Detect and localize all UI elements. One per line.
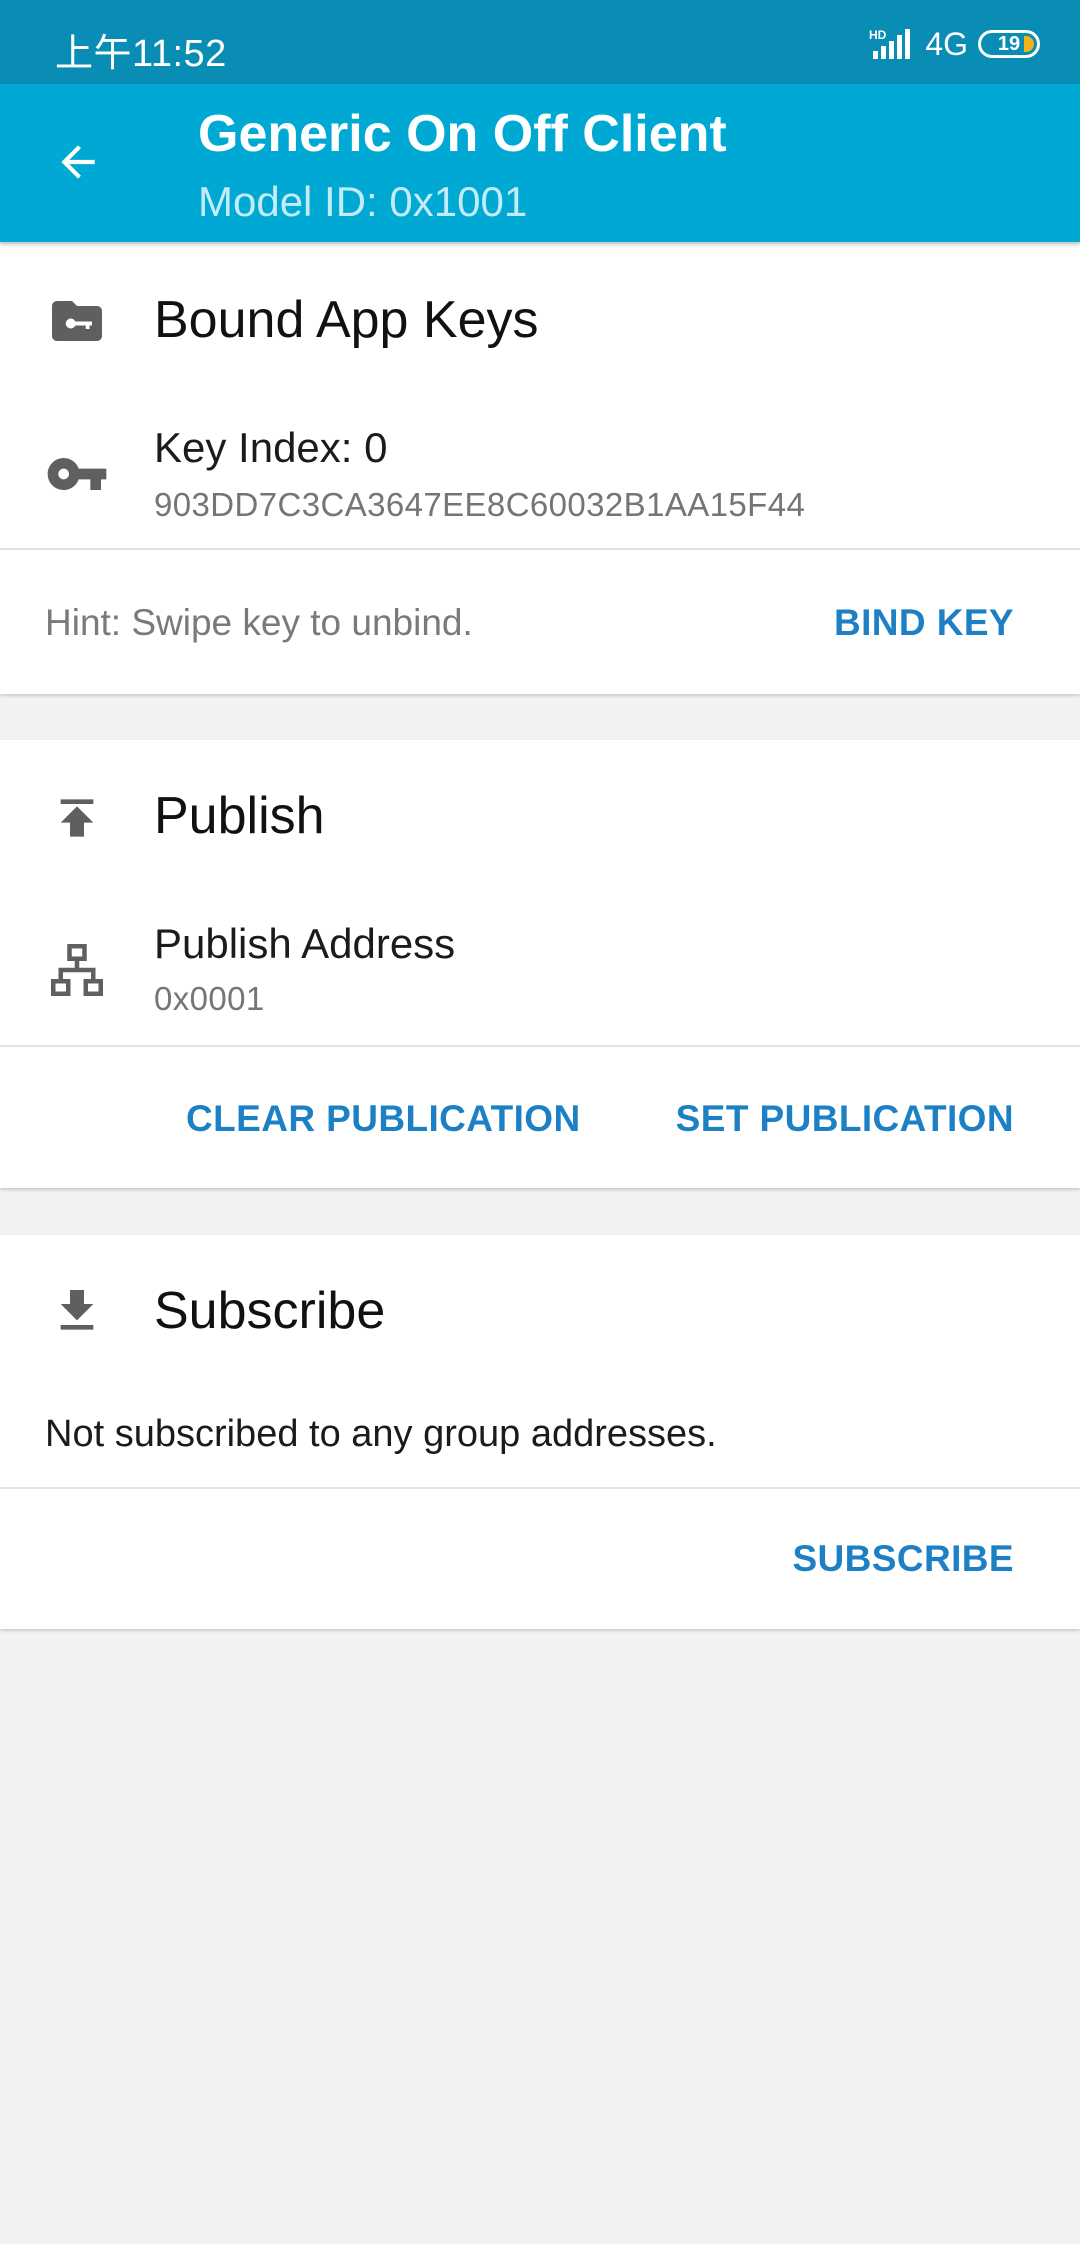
hd-signal-icon: HD <box>869 28 911 59</box>
bound-app-keys-card: Bound App Keys Key Index: 0 903DD7C3CA36… <box>0 244 1080 694</box>
page-subtitle: Model ID: 0x1001 <box>198 178 528 225</box>
svg-text:HD: HD <box>869 28 887 42</box>
publish-icon <box>45 786 109 850</box>
vpn-key-icon <box>45 442 109 506</box>
subscribe-title: Subscribe <box>154 1282 386 1340</box>
status-time: 上午11:52 <box>55 33 227 75</box>
battery-level: 19 <box>997 32 1021 55</box>
divider <box>0 1045 1080 1047</box>
clear-publication-button[interactable]: CLEAR PUBLICATION <box>186 1098 581 1140</box>
network-label: 4G <box>925 25 968 62</box>
no-subscriptions-text: Not subscribed to any group addresses. <box>45 1413 717 1455</box>
page-title: Generic On Off Client <box>198 105 727 163</box>
status-bar: 上午11:52 HD 4G 19 <box>0 0 1080 84</box>
battery-icon: 19 <box>978 30 1040 58</box>
arrow-back-icon <box>61 145 95 179</box>
download-icon <box>45 1279 109 1343</box>
bind-key-button[interactable]: BIND KEY <box>834 602 1014 644</box>
publish-address-label[interactable]: Publish Address <box>154 920 455 968</box>
app-bar: Generic On Off Client Model ID: 0x1001 <box>0 84 1080 242</box>
back-button[interactable] <box>40 124 116 200</box>
status-icons: HD 4G 19 <box>869 26 1040 62</box>
key-index-label[interactable]: Key Index: 0 <box>154 424 387 472</box>
set-publication-button[interactable]: SET PUBLICATION <box>676 1098 1014 1140</box>
divider <box>0 548 1080 550</box>
folder-key-icon <box>45 289 109 353</box>
publish-address-value: 0x0001 <box>154 980 265 1017</box>
swipe-hint: Hint: Swipe key to unbind. <box>45 602 473 643</box>
bound-app-keys-title: Bound App Keys <box>154 291 539 349</box>
publish-card: Publish Publish Address 0x0001 CLEAR PUB… <box>0 740 1080 1188</box>
network-tree-icon <box>45 938 109 1002</box>
publish-title: Publish <box>154 787 325 845</box>
divider <box>0 1487 1080 1489</box>
key-value: 903DD7C3CA3647EE8C60032B1AA15F44 <box>154 486 806 523</box>
subscribe-card: Subscribe Not subscribed to any group ad… <box>0 1235 1080 1629</box>
subscribe-button[interactable]: SUBSCRIBE <box>792 1538 1014 1580</box>
